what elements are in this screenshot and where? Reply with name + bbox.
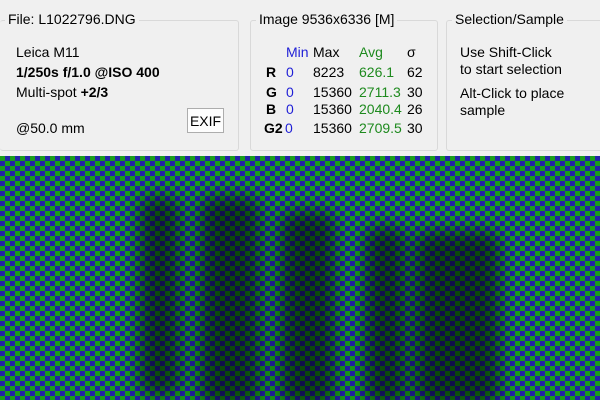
- raw-preview-canvas[interactable]: [0, 156, 600, 400]
- row-avg: 2040.4: [359, 101, 402, 117]
- row-channel-label: G: [266, 84, 277, 100]
- file-title: File: L1022796.DNG: [5, 11, 139, 27]
- metering-value: +2/3: [80, 84, 109, 100]
- metering-info: Multi-spot +2/3: [16, 84, 108, 100]
- stats-header-sigma: σ: [407, 44, 416, 60]
- preview-shadow: [415, 231, 500, 400]
- preview-shadow: [280, 211, 335, 400]
- row-max: 8223: [313, 64, 345, 80]
- stats-header-max: Max: [313, 44, 340, 60]
- selection-hint-line: Alt-Click to place: [460, 85, 565, 101]
- selection-hint-line: sample: [460, 102, 506, 118]
- exif-button[interactable]: EXIF: [187, 108, 224, 133]
- row-max: 15360: [313, 101, 352, 117]
- focal-length: @50.0 mm: [16, 120, 85, 136]
- selection-title: Selection/Sample: [452, 11, 567, 27]
- row-min: 0: [286, 64, 294, 80]
- row-sigma: 62: [407, 64, 423, 80]
- row-min: 0: [285, 120, 293, 136]
- row-channel-label: B: [266, 101, 277, 117]
- selection-hint-line: Use Shift-Click: [460, 44, 552, 60]
- row-avg: 626.1: [359, 64, 395, 80]
- row-sigma: 26: [407, 101, 423, 117]
- row-channel-label: G2: [264, 120, 283, 136]
- camera-model: Leica M11: [16, 44, 80, 60]
- preview-shadow: [200, 196, 260, 400]
- row-min: 0: [286, 84, 294, 100]
- row-channel-label: R: [266, 64, 277, 80]
- row-min: 0: [286, 101, 294, 117]
- info-panel: File: L1022796.DNG Image 9536x6336 [M] S…: [0, 0, 600, 156]
- stats-header-min: Min: [286, 44, 309, 60]
- stats-header-avg: Avg: [359, 44, 383, 60]
- image-title: Image 9536x6336 [M]: [256, 11, 398, 27]
- row-max: 15360: [313, 120, 352, 136]
- exposure-settings: 1/250s f/1.0 @ISO 400: [16, 64, 160, 80]
- row-avg: 2709.5: [359, 120, 402, 136]
- preview-shadow: [140, 196, 180, 396]
- row-avg: 2711.3: [359, 84, 401, 100]
- row-max: 15360: [313, 84, 352, 100]
- row-sigma: 30: [407, 120, 423, 136]
- selection-hint-line: to start selection: [460, 61, 562, 77]
- row-sigma: 30: [407, 84, 423, 100]
- preview-shadow: [365, 226, 405, 400]
- metering-label: Multi-spot: [16, 84, 77, 100]
